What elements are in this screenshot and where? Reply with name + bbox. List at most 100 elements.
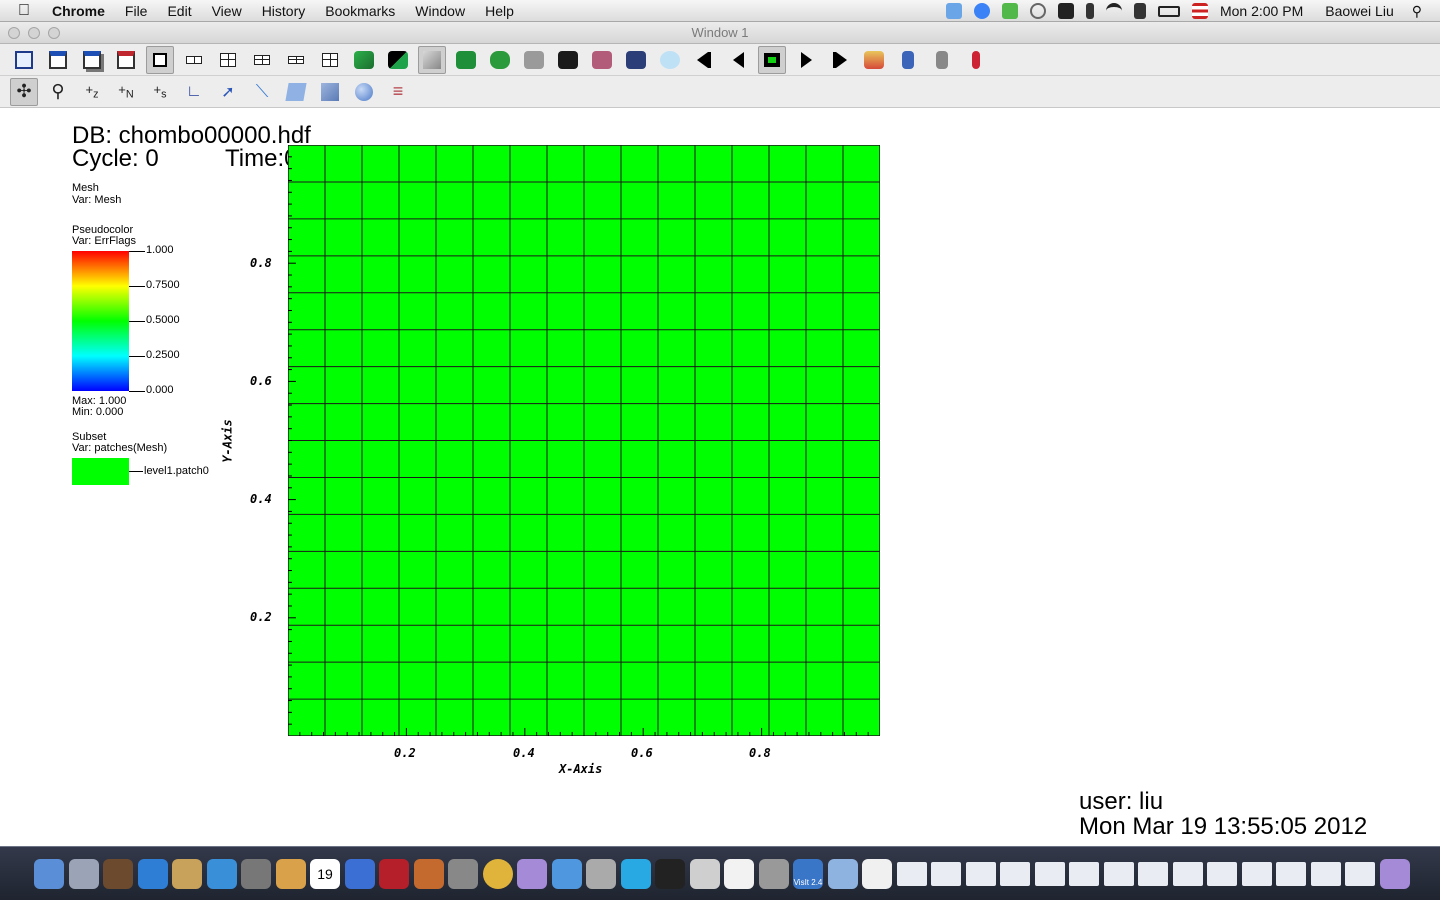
preview2-icon[interactable]	[689, 858, 720, 889]
spotlight-search-icon[interactable]: ⚲	[1412, 3, 1422, 20]
finder-icon[interactable]	[34, 858, 64, 889]
layout-2x3-icon[interactable]	[248, 46, 276, 74]
wifi-icon[interactable]	[1105, 3, 1122, 19]
lock-time-icon[interactable]	[894, 46, 922, 74]
utilities-icon[interactable]	[586, 858, 616, 889]
axis-restriction-icon[interactable]: ≡	[384, 78, 412, 106]
menu-app-name[interactable]: Chrome	[52, 3, 105, 19]
volume-icon[interactable]	[1133, 3, 1146, 19]
lock-plot-icon[interactable]	[962, 46, 990, 74]
layout-1x1-icon[interactable]	[146, 45, 174, 74]
delete-window-icon[interactable]	[112, 46, 140, 74]
menu-help[interactable]: Help	[485, 3, 514, 19]
lineout-icon[interactable]: ∟	[180, 78, 208, 106]
play-icon[interactable]	[792, 46, 820, 74]
window10-icon[interactable]	[1207, 861, 1237, 886]
window4-icon[interactable]	[1000, 861, 1030, 886]
window12-icon[interactable]	[1276, 861, 1306, 886]
dropbox-icon[interactable]	[945, 3, 962, 19]
rewind-icon[interactable]	[690, 46, 718, 74]
flag-icon[interactable]	[1191, 3, 1208, 19]
lock-view-icon[interactable]	[452, 46, 480, 74]
layout-2x2-icon[interactable]	[214, 46, 242, 74]
window13-icon[interactable]	[1310, 861, 1341, 886]
mail-bird-icon[interactable]	[172, 858, 202, 889]
photo-booth-icon[interactable]	[379, 858, 409, 889]
step-forward-icon[interactable]	[826, 46, 854, 74]
time-machine-icon[interactable]	[1029, 3, 1046, 19]
pick-s-icon[interactable]: +s	[146, 78, 174, 106]
zoom-icon[interactable]: ⚲	[44, 78, 72, 106]
b-icon[interactable]	[973, 3, 990, 19]
visit-icon[interactable]: VisIt 2.4	[793, 858, 823, 889]
camera-icon[interactable]	[554, 46, 582, 74]
app-store-icon[interactable]	[137, 858, 168, 889]
menu-edit[interactable]: Edit	[167, 3, 191, 19]
menu-view[interactable]: View	[212, 3, 242, 19]
camera-edit-icon[interactable]	[622, 46, 650, 74]
address-book-icon[interactable]	[275, 858, 306, 889]
iphoto-icon[interactable]	[413, 858, 444, 889]
evernote-icon[interactable]	[1001, 3, 1018, 19]
pick-zone-icon[interactable]: +z	[78, 78, 106, 106]
mesh-plot[interactable]	[288, 145, 880, 736]
stop-icon[interactable]	[758, 45, 786, 74]
window7-icon[interactable]	[1103, 861, 1134, 886]
menu-window[interactable]: Window	[415, 3, 465, 19]
word-icon[interactable]	[551, 858, 582, 889]
itunes-icon[interactable]	[344, 858, 375, 889]
window6-icon[interactable]	[1069, 861, 1099, 886]
box-tool-icon[interactable]	[316, 78, 344, 106]
layout-1x2-icon[interactable]	[180, 46, 208, 74]
apply-icon[interactable]	[10, 46, 38, 74]
pick-node-icon[interactable]: +N	[112, 78, 140, 106]
visualization-window[interactable]: DB: chombo00000.hdf Cycle: 0 Time:0 Mesh…	[0, 108, 1440, 846]
close-window-icon[interactable]	[8, 27, 20, 39]
window11-icon[interactable]	[1241, 861, 1272, 886]
calculator-icon[interactable]	[758, 858, 789, 889]
step-back-icon[interactable]	[724, 46, 752, 74]
rocket-icon[interactable]	[68, 858, 99, 889]
window8-icon[interactable]	[1138, 861, 1168, 886]
skype-icon[interactable]	[620, 858, 651, 889]
menu-file[interactable]: File	[125, 3, 148, 19]
invert-background-icon[interactable]	[350, 46, 378, 74]
window3-icon[interactable]	[965, 861, 996, 886]
chrome-icon[interactable]	[482, 858, 513, 889]
calendar-icon[interactable]: 19	[310, 858, 340, 889]
binoculars-icon[interactable]	[1057, 3, 1074, 19]
apple-menu-icon[interactable]: 	[18, 2, 38, 20]
spin-icon[interactable]	[418, 45, 446, 74]
lock-tools-icon[interactable]	[928, 46, 956, 74]
point-tool-icon[interactable]: ➚	[214, 78, 242, 106]
window-titlebar[interactable]: Window 1	[0, 22, 1440, 44]
plane-tool-icon[interactable]	[282, 78, 310, 106]
preview-icon[interactable]	[103, 858, 133, 889]
bluetooth-icon[interactable]	[1085, 3, 1094, 19]
camera-play-icon[interactable]	[588, 46, 616, 74]
minimize-window-icon[interactable]	[28, 27, 40, 39]
menu-history[interactable]: History	[262, 3, 306, 19]
new-window-icon[interactable]	[44, 46, 72, 74]
emacs-icon[interactable]	[517, 858, 547, 889]
menubar-clock[interactable]: Mon 2:00 PM	[1220, 3, 1303, 19]
sphere-tool-icon[interactable]	[350, 78, 378, 106]
window9-icon[interactable]	[1172, 861, 1203, 886]
clone-window-icon[interactable]	[78, 46, 106, 74]
document-icon[interactable]	[862, 858, 892, 889]
folder-icon[interactable]	[827, 858, 858, 889]
globe-icon[interactable]	[656, 46, 684, 74]
window14-icon[interactable]	[1345, 861, 1375, 886]
facetime-icon[interactable]	[241, 858, 271, 889]
menubar-user[interactable]: Baowei Liu	[1325, 3, 1394, 19]
menu-bookmarks[interactable]: Bookmarks	[325, 3, 395, 19]
save-image-icon[interactable]	[486, 46, 514, 74]
set-mode-icon[interactable]	[384, 46, 412, 74]
terminal-icon[interactable]	[655, 858, 685, 889]
system-prefs-icon[interactable]	[448, 858, 478, 889]
x11-icon[interactable]	[724, 858, 754, 889]
layout-3x3-icon[interactable]	[316, 46, 344, 74]
battery-icon[interactable]	[1157, 5, 1180, 17]
trash-icon[interactable]	[1379, 858, 1410, 889]
safari-icon[interactable]	[206, 858, 237, 889]
